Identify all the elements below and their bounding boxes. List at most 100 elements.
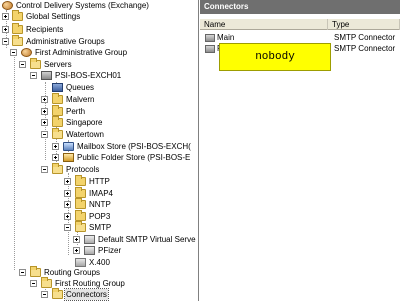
collapse-icon[interactable] bbox=[19, 269, 26, 276]
tree-node-label: Queues bbox=[66, 83, 95, 92]
collapse-icon[interactable] bbox=[2, 38, 9, 45]
tree-node-routing-groups[interactable]: Routing Groups bbox=[0, 266, 198, 278]
expand-icon[interactable] bbox=[64, 178, 71, 185]
folder-icon bbox=[12, 10, 23, 21]
collapse-icon[interactable] bbox=[41, 131, 48, 138]
tree-node-connectors[interactable]: Connectors bbox=[0, 288, 198, 301]
tree-node-label: NNTP bbox=[89, 200, 111, 209]
tree-node-imap4[interactable]: IMAP4 bbox=[0, 187, 198, 199]
collapse-icon[interactable] bbox=[41, 291, 48, 298]
protocol-folder-icon bbox=[75, 187, 86, 198]
pane-title: Connectors bbox=[200, 0, 400, 14]
public-folder-store-icon bbox=[63, 153, 74, 162]
collapse-icon[interactable] bbox=[30, 72, 37, 79]
tree-node-recipients[interactable]: Recipients bbox=[0, 23, 198, 35]
tree-node-label: Protocols bbox=[66, 165, 100, 174]
tree-node-watertown[interactable]: Watertown bbox=[0, 128, 198, 140]
expand-icon[interactable] bbox=[64, 190, 71, 197]
folder-icon bbox=[12, 23, 23, 34]
tree-node-mailbox-store[interactable]: Mailbox Store (PSI-BOS-EXCH( bbox=[0, 141, 198, 152]
tree-node-label: First Routing Group bbox=[55, 279, 125, 288]
mailbox-store-icon bbox=[63, 142, 74, 151]
tree-node-malvern[interactable]: Malvern bbox=[0, 93, 198, 105]
tree-node-label: Global Settings bbox=[26, 12, 81, 21]
folder-open-icon bbox=[30, 266, 41, 277]
column-header-type[interactable]: Type bbox=[328, 19, 400, 30]
tree-node-label: Default SMTP Virtual Serve bbox=[98, 235, 196, 244]
tree-node-singapore[interactable]: Singapore bbox=[0, 116, 198, 128]
x400-icon bbox=[75, 258, 86, 267]
folder-open-icon bbox=[12, 35, 23, 46]
storage-group-icon bbox=[52, 128, 63, 139]
server-icon bbox=[41, 71, 52, 80]
tree-node-label: Perth bbox=[66, 107, 86, 116]
tree-node-administrative-groups[interactable]: Administrative Groups bbox=[0, 35, 198, 47]
folder-open-icon bbox=[52, 163, 63, 174]
tree-node-label-selected: Connectors bbox=[64, 288, 109, 301]
tree-node-label: Servers bbox=[44, 60, 72, 69]
tree-node-label: Control Delivery Systems (Exchange) bbox=[16, 1, 149, 10]
expand-icon[interactable] bbox=[52, 143, 59, 150]
console-tree[interactable]: Control Delivery Systems (Exchange) Glob… bbox=[0, 0, 199, 301]
tree-node-http[interactable]: HTTP bbox=[0, 175, 198, 187]
tree-node-root[interactable]: Control Delivery Systems (Exchange) bbox=[0, 0, 198, 11]
collapse-icon[interactable] bbox=[41, 166, 48, 173]
connector-icon bbox=[205, 34, 215, 42]
tree-node-label: Recipients bbox=[26, 25, 64, 34]
expand-icon[interactable] bbox=[41, 96, 48, 103]
expand-icon[interactable] bbox=[2, 26, 9, 33]
protocol-folder-icon bbox=[75, 175, 86, 186]
tree-node-label: First Administrative Group bbox=[35, 48, 128, 57]
tree-node-label: HTTP bbox=[89, 177, 110, 186]
storage-group-icon bbox=[52, 116, 63, 127]
tree-node-label: Routing Groups bbox=[44, 268, 101, 277]
tree-node-public-folder-store[interactable]: Public Folder Store (PSI-BOS-E bbox=[0, 152, 198, 163]
expand-icon[interactable] bbox=[64, 213, 71, 220]
storage-group-icon bbox=[52, 105, 63, 116]
connector-name: Main bbox=[217, 33, 235, 42]
list-header: Name Type bbox=[200, 19, 400, 30]
tree-node-pop3[interactable]: POP3 bbox=[0, 210, 198, 222]
tree-node-perth[interactable]: Perth bbox=[0, 105, 198, 117]
tree-node-label: Mailbox Store (PSI-BOS-EXCH( bbox=[77, 142, 191, 151]
expand-icon[interactable] bbox=[73, 247, 80, 254]
expand-icon[interactable] bbox=[64, 201, 71, 208]
tree-node-label: PFizer bbox=[98, 246, 122, 255]
tree-node-smtp[interactable]: SMTP bbox=[0, 221, 198, 233]
expand-icon[interactable] bbox=[52, 154, 59, 161]
tree-node-first-admin-group[interactable]: First Administrative Group bbox=[0, 47, 198, 58]
tree-node-default-smtp-virtual-server[interactable]: Default SMTP Virtual Serve bbox=[0, 234, 198, 245]
collapse-icon[interactable] bbox=[30, 280, 37, 287]
tree-node-label: POP3 bbox=[89, 212, 111, 221]
expand-icon[interactable] bbox=[41, 108, 48, 115]
folder-open-icon bbox=[52, 288, 63, 299]
tree-node-nntp[interactable]: NNTP bbox=[0, 198, 198, 210]
tree-node-first-routing-group[interactable]: First Routing Group bbox=[0, 277, 198, 289]
tree-node-label: IMAP4 bbox=[89, 189, 114, 198]
tree-node-queues[interactable]: Queues bbox=[0, 82, 198, 93]
tree-node-label: Administrative Groups bbox=[26, 37, 105, 46]
collapse-icon[interactable] bbox=[64, 224, 71, 231]
tree-node-protocols[interactable]: Protocols bbox=[0, 163, 198, 175]
column-header-name[interactable]: Name bbox=[200, 19, 328, 30]
exchange-org-icon bbox=[2, 1, 13, 10]
virtual-server-icon bbox=[84, 246, 95, 255]
expand-icon[interactable] bbox=[73, 236, 80, 243]
protocol-folder-icon bbox=[75, 210, 86, 221]
tree-node-pfizer[interactable]: PFizer bbox=[0, 245, 198, 256]
tree-node-global-settings[interactable]: Global Settings bbox=[0, 10, 198, 22]
connector-icon bbox=[205, 45, 215, 53]
collapse-icon[interactable] bbox=[19, 61, 26, 68]
routing-group-icon bbox=[41, 277, 52, 288]
folder-open-icon bbox=[30, 58, 41, 69]
collapse-icon[interactable] bbox=[10, 49, 17, 56]
tree-node-server-psi-bos-exch01[interactable]: PSI-BOS-EXCH01 bbox=[0, 70, 198, 81]
connector-type: SMTP Connector bbox=[334, 33, 396, 42]
tree-node-servers[interactable]: Servers bbox=[0, 58, 198, 70]
protocol-folder-icon bbox=[75, 221, 86, 232]
tree-node-label: PSI-BOS-EXCH01 bbox=[55, 71, 122, 80]
tree-node-label: Watertown bbox=[66, 130, 104, 139]
list-item[interactable]: Main SMTP Connector bbox=[200, 33, 400, 43]
expand-icon[interactable] bbox=[2, 13, 9, 20]
expand-icon[interactable] bbox=[41, 119, 48, 126]
